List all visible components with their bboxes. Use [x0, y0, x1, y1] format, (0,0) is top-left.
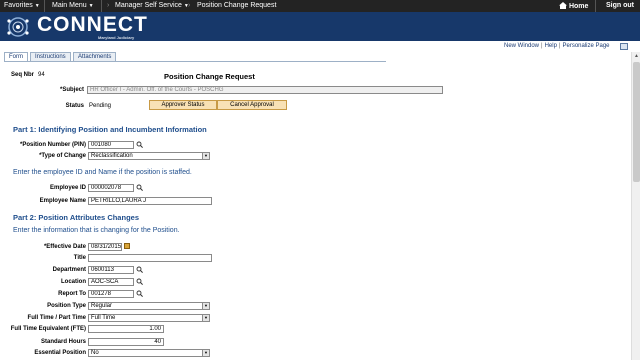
link-separator: | — [558, 43, 561, 49]
standard-hours-input[interactable]: 40 — [88, 338, 164, 346]
part2-heading: Part 2: Position Attributes Changes — [13, 213, 139, 222]
part1-heading: Part 1: Identifying Position and Incumbe… — [13, 125, 207, 134]
dropdown-icon: ▼ — [202, 303, 209, 309]
type-of-change-select[interactable]: Reclassification ▼ — [88, 152, 210, 160]
position-type-select[interactable]: Regular ▼ — [88, 302, 210, 310]
nav-separator — [595, 0, 596, 12]
favorites-menu[interactable]: Favorites ▼ — [4, 2, 40, 9]
report-to-lookup-icon[interactable] — [136, 290, 143, 297]
title-input[interactable] — [88, 254, 212, 262]
main-menu-caret-icon: ▼ — [88, 3, 94, 9]
location-label: Location — [61, 279, 86, 285]
effective-date-label: *Effective Date — [43, 244, 86, 250]
employee-name-input[interactable]: PETRILLO,LAURA J — [88, 197, 212, 205]
page-title: Position Change Request — [164, 72, 255, 81]
dropdown-icon: ▼ — [202, 153, 209, 159]
scrollbar-thumb[interactable] — [633, 62, 640, 182]
report-to-label: Report To — [58, 291, 86, 297]
breadcrumb-arrow-icon: › — [107, 2, 110, 9]
help-link[interactable]: Help — [545, 43, 557, 49]
position-type-value: Regular — [91, 303, 113, 309]
full-time-part-time-select[interactable]: Full Time ▼ — [88, 314, 210, 322]
calendar-icon[interactable] — [124, 243, 130, 249]
pagelet-links: New Window | Help | Personalize Page — [504, 43, 610, 49]
employee-id-lookup-icon[interactable] — [136, 184, 143, 191]
home-icon — [559, 2, 567, 9]
logo-subtitle: Maryland Judiciary — [98, 35, 135, 40]
employee-id-input[interactable]: 000002078 — [88, 184, 134, 192]
employee-id-label: Employee ID — [49, 185, 86, 191]
breadcrumb-manager-self-service[interactable]: Manager Self Service ▼ — [115, 2, 189, 9]
nav-separator — [101, 0, 102, 12]
title-label: Title — [73, 255, 86, 261]
subject-field[interactable]: HR Officer I - Admin. Off. of the Courts… — [87, 86, 443, 94]
breadcrumb-arrow-icon: › — [188, 2, 191, 9]
home-label: Home — [568, 3, 589, 10]
position-type-label: Position Type — [47, 303, 86, 309]
fte-label: Full Time Equivalent (FTE) — [10, 326, 86, 332]
department-lookup-icon[interactable] — [136, 266, 143, 273]
header-banner: CONNECT Maryland Judiciary — [0, 12, 640, 41]
logo-text: CONNECT — [37, 13, 148, 36]
scroll-up-icon[interactable]: ▲ — [633, 53, 640, 60]
approver-status-button[interactable]: Approver Status — [149, 100, 217, 110]
department-input[interactable]: 0600113 — [88, 266, 134, 274]
essential-position-label: Essential Position — [34, 350, 86, 356]
type-of-change-label: *Type of Change — [39, 153, 86, 159]
main-menu-label: Main Menu — [52, 2, 87, 9]
standard-hours-label: Standard Hours — [40, 339, 86, 345]
report-to-input[interactable]: 001278 — [88, 290, 134, 298]
cancel-approval-button[interactable]: Cancel Approval — [217, 100, 287, 110]
location-input[interactable]: AOC-SCA — [88, 278, 134, 286]
location-lookup-icon[interactable] — [136, 278, 143, 285]
breadcrumb-position-change-request[interactable]: Position Change Request — [197, 2, 276, 9]
pin-label: *Position Number (PIN) — [19, 142, 86, 148]
pin-lookup-icon[interactable] — [136, 141, 143, 148]
pin-input[interactable]: 001080 — [88, 141, 134, 149]
connect-logo-icon — [7, 17, 29, 37]
full-time-part-time-label: Full Time / Part Time — [27, 315, 86, 321]
status-value: Pending — [89, 103, 112, 109]
grid-icon[interactable] — [620, 43, 628, 50]
personalize-page-link[interactable]: Personalize Page — [562, 43, 609, 49]
tab-instructions[interactable]: Instructions — [30, 52, 71, 61]
subject-label: *Subject — [59, 87, 84, 93]
tab-divider — [4, 61, 386, 62]
new-window-link[interactable]: New Window — [504, 43, 539, 49]
effective-date-input[interactable]: 08/31/2015 — [88, 243, 122, 251]
nav-separator — [44, 0, 45, 12]
part1-instruction: Enter the employee ID and Name if the po… — [13, 169, 192, 176]
department-label: Department — [52, 267, 86, 273]
main-menu[interactable]: Main Menu ▼ — [52, 2, 94, 9]
breadcrumb-label: Manager Self Service — [115, 2, 182, 9]
dropdown-icon: ▼ — [202, 315, 209, 321]
tab-attachments[interactable]: Attachments — [73, 52, 117, 61]
home-link[interactable]: Home — [559, 2, 588, 10]
essential-position-select[interactable]: No ▼ — [88, 349, 210, 357]
type-of-change-value: Reclassification — [91, 153, 133, 159]
seq-nbr-value: 94 — [38, 72, 45, 78]
favorites-caret-icon: ▼ — [34, 3, 40, 9]
employee-name-label: Employee Name — [39, 198, 86, 204]
part2-instruction: Enter the information that is changing f… — [13, 227, 180, 234]
status-label: Status — [65, 103, 84, 109]
dropdown-icon: ▼ — [202, 350, 209, 356]
fte-input[interactable]: 1.00 — [88, 325, 164, 333]
vertical-scrollbar[interactable]: ▲ — [631, 52, 640, 360]
full-time-part-time-value: Full Time — [91, 315, 116, 321]
link-separator: | — [541, 43, 543, 49]
top-nav-bar: Favorites ▼ Main Menu ▼ › Manager Self Ser… — [0, 0, 640, 12]
sign-out-link[interactable]: Sign out — [606, 2, 634, 9]
essential-position-value: No — [91, 350, 99, 356]
favorites-label: Favorites — [4, 2, 33, 9]
seq-nbr-label: Seq Nbr — [11, 72, 35, 78]
